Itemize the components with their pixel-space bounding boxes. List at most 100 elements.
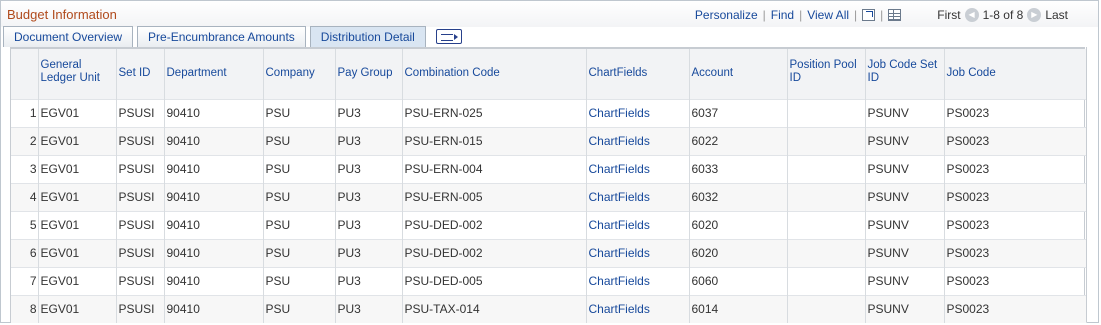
- cell-gl-unit: EGV01: [38, 98, 117, 127]
- tab-distribution-detail[interactable]: Distribution Detail: [309, 26, 426, 47]
- cell-job-code-set-id: PSUNV: [865, 210, 945, 239]
- cell-chartfields: ChartFields: [586, 182, 690, 211]
- row-number: 8: [11, 294, 39, 323]
- cell-combination-code: PSU-TAX-014: [402, 294, 587, 323]
- column-header-department[interactable]: Department: [164, 49, 264, 99]
- cell-position-pool-id: [787, 294, 866, 323]
- cell-chartfields: ChartFields: [586, 126, 690, 155]
- cell-company: PSU: [263, 294, 336, 323]
- table-row: 7 EGV01 PSUSI 90410 PSU PU3 PSU-DED-005 ChartFi…: [11, 266, 1087, 295]
- cell-chartfields: ChartFields: [586, 154, 690, 183]
- chartfields-link[interactable]: ChartFields: [589, 162, 650, 176]
- table-header-row: General Ledger Unit Set ID Department Co…: [11, 49, 1087, 99]
- row-number: 4: [11, 182, 39, 211]
- cell-pay-group: PU3: [335, 266, 403, 295]
- cell-account: 6032: [689, 182, 788, 211]
- chartfields-link[interactable]: ChartFields: [589, 218, 650, 232]
- cell-company: PSU: [263, 98, 336, 127]
- column-header-pay-group[interactable]: Pay Group: [335, 49, 403, 99]
- previous-row-icon[interactable]: ◀: [964, 8, 979, 22]
- column-header-account[interactable]: Account: [689, 49, 788, 99]
- separator: |: [880, 8, 884, 22]
- cell-account: 6020: [689, 210, 788, 239]
- cell-combination-code: PSU-ERN-005: [402, 182, 587, 211]
- cell-set-id: PSUSI: [116, 182, 165, 211]
- cell-combination-code: PSU-ERN-025: [402, 98, 587, 127]
- cell-job-code: PS0023: [944, 98, 1087, 127]
- cell-department: 90410: [164, 294, 264, 323]
- cell-chartfields: ChartFields: [586, 294, 690, 323]
- cell-job-code-set-id: PSUNV: [865, 182, 945, 211]
- cell-pay-group: PU3: [335, 126, 403, 155]
- next-row-icon[interactable]: ▶: [1027, 8, 1042, 22]
- cell-gl-unit: EGV01: [38, 126, 117, 155]
- right-edge: [1086, 47, 1096, 322]
- column-header-position-pool-id[interactable]: Position Pool ID: [787, 49, 866, 99]
- cell-chartfields: ChartFields: [586, 238, 690, 267]
- grid-tabs: Document Overview Pre-Encumbrance Amount…: [3, 26, 462, 47]
- chartfields-link[interactable]: ChartFields: [589, 246, 650, 260]
- cell-set-id: PSUSI: [116, 154, 165, 183]
- chartfields-link[interactable]: ChartFields: [589, 274, 650, 288]
- table-row: 4 EGV01 PSUSI 90410 PSU PU3 PSU-ERN-005 ChartFi…: [11, 182, 1087, 211]
- cell-department: 90410: [164, 154, 264, 183]
- cell-gl-unit: EGV01: [38, 210, 117, 239]
- column-header-combination-code[interactable]: Combination Code: [402, 49, 587, 99]
- cell-position-pool-id: [787, 154, 866, 183]
- last-label: Last: [1045, 8, 1068, 22]
- row-number: 1: [11, 98, 39, 127]
- tab-pre-encumbrance-amounts[interactable]: Pre-Encumbrance Amounts: [137, 26, 306, 47]
- cell-combination-code: PSU-ERN-015: [402, 126, 587, 155]
- cell-job-code: PS0023: [944, 294, 1087, 323]
- row-number: 6: [11, 238, 39, 267]
- tab-document-overview[interactable]: Document Overview: [3, 26, 134, 47]
- cell-job-code: PS0023: [944, 154, 1087, 183]
- row-number-header: [11, 49, 39, 99]
- cell-job-code: PS0023: [944, 238, 1087, 267]
- cell-job-code: PS0023: [944, 266, 1087, 295]
- cell-job-code-set-id: PSUNV: [865, 154, 945, 183]
- row-number: 2: [11, 126, 39, 155]
- cell-chartfields: ChartFields: [586, 98, 690, 127]
- column-header-gl-unit[interactable]: General Ledger Unit: [38, 49, 117, 99]
- find-link[interactable]: Find: [771, 8, 794, 22]
- column-header-company[interactable]: Company: [263, 49, 336, 99]
- cell-set-id: PSUSI: [116, 210, 165, 239]
- chartfields-link[interactable]: ChartFields: [589, 106, 650, 120]
- cell-position-pool-id: [787, 238, 866, 267]
- cell-account: 6020: [689, 238, 788, 267]
- column-header-job-code[interactable]: Job Code: [944, 49, 1087, 99]
- column-header-job-code-set-id[interactable]: Job Code Set ID: [865, 49, 945, 99]
- table-body: 1 EGV01 PSUSI 90410 PSU PU3 PSU-ERN-025 ChartFi…: [11, 98, 1087, 323]
- grid-title: Budget Information: [7, 7, 117, 22]
- cell-gl-unit: EGV01: [38, 266, 117, 295]
- cell-job-code: PS0023: [944, 182, 1087, 211]
- view-all-link[interactable]: View All: [807, 8, 849, 22]
- cell-pay-group: PU3: [335, 182, 403, 211]
- cell-set-id: PSUSI: [116, 98, 165, 127]
- row-number: 7: [11, 266, 39, 295]
- distribution-detail-table: General Ledger Unit Set ID Department Co…: [10, 47, 1087, 323]
- chartfields-link[interactable]: ChartFields: [589, 302, 650, 316]
- cell-gl-unit: EGV01: [38, 182, 117, 211]
- chartfields-link[interactable]: ChartFields: [589, 190, 650, 204]
- cell-pay-group: PU3: [335, 210, 403, 239]
- chartfields-link[interactable]: ChartFields: [589, 134, 650, 148]
- download-to-excel-icon[interactable]: [888, 9, 902, 21]
- show-all-columns-icon[interactable]: [435, 29, 462, 44]
- column-header-chartfields: ChartFields: [586, 49, 690, 99]
- grid-header: Budget Information Personalize | Find | …: [1, 1, 1098, 27]
- personalize-link[interactable]: Personalize: [695, 8, 758, 22]
- zoom-grid-icon[interactable]: [862, 9, 876, 21]
- cell-company: PSU: [263, 238, 336, 267]
- table-row: 3 EGV01 PSUSI 90410 PSU PU3 PSU-ERN-004 ChartFi…: [11, 154, 1087, 183]
- cell-company: PSU: [263, 182, 336, 211]
- column-header-set-id[interactable]: Set ID: [116, 49, 165, 99]
- cell-set-id: PSUSI: [116, 238, 165, 267]
- row-range: 1-8 of 8: [982, 8, 1024, 22]
- cell-company: PSU: [263, 210, 336, 239]
- cell-company: PSU: [263, 154, 336, 183]
- separator: |: [854, 8, 858, 22]
- cell-job-code-set-id: PSUNV: [865, 126, 945, 155]
- grid-navigation: Personalize | Find | View All | | First …: [695, 8, 1068, 22]
